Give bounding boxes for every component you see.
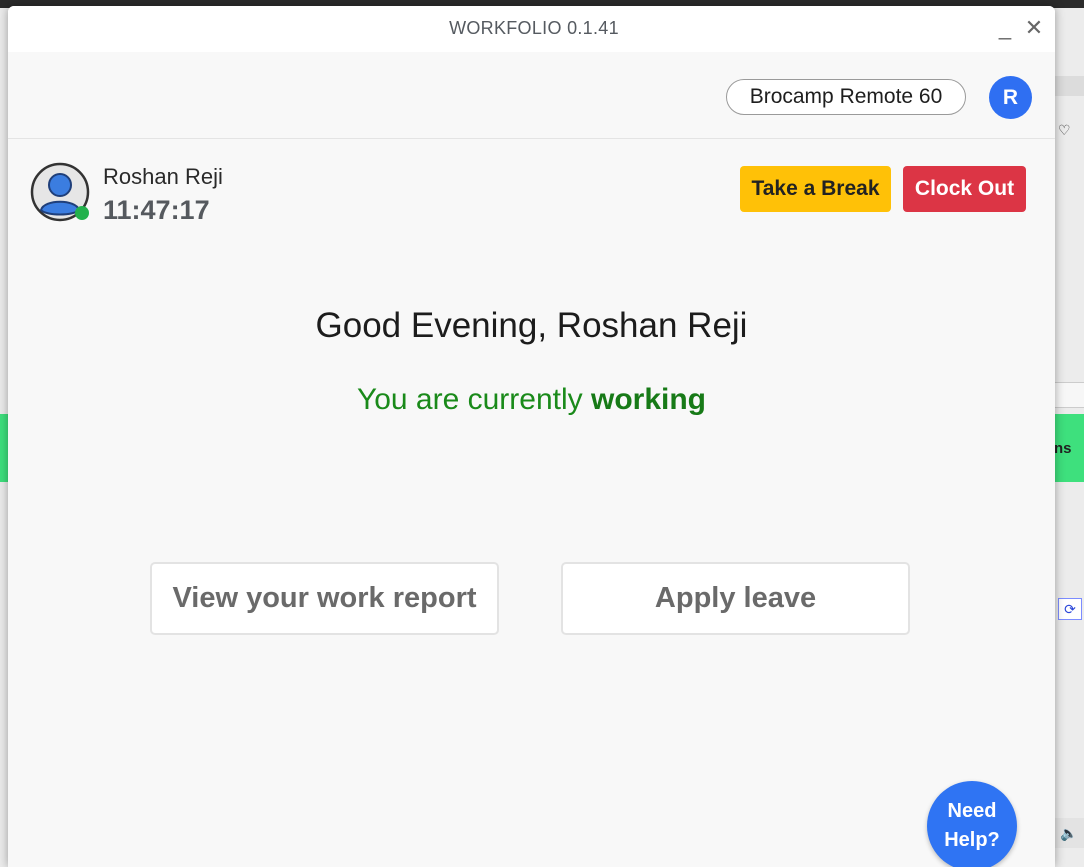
status-value: working <box>591 383 707 416</box>
help-label-line1: Need <box>947 800 997 822</box>
minimize-icon[interactable]: _ <box>993 14 1017 42</box>
workspace-selector[interactable]: Brocamp Remote 60 <box>726 79 966 115</box>
view-work-report-button[interactable]: View your work report <box>150 562 499 635</box>
window-title: WORKFOLIO 0.1.41 <box>449 18 619 38</box>
workfolio-window: WORKFOLIO 0.1.41 _ ✕ Brocamp Remote 60 R… <box>8 6 1055 867</box>
background-heart-icon: ♡ <box>1058 122 1071 138</box>
apply-leave-button[interactable]: Apply leave <box>561 562 910 635</box>
take-break-button[interactable]: Take a Break <box>740 166 891 212</box>
background-right-green-band: ns <box>1054 414 1084 482</box>
title-bar: WORKFOLIO 0.1.41 _ ✕ <box>8 6 1055 52</box>
background-refresh-icon: ⟳ <box>1058 598 1082 620</box>
background-right-input <box>1054 382 1084 408</box>
clock-out-button[interactable]: Clock Out <box>903 166 1026 212</box>
work-timer: 11:47:17 <box>103 195 210 225</box>
user-avatar-icon <box>30 162 90 222</box>
app-header: Brocamp Remote 60 R <box>8 52 1055 139</box>
work-status: You are currently working <box>8 383 1055 417</box>
help-label-line2: Help? <box>944 829 1000 851</box>
need-help-button[interactable]: Need Help? <box>927 781 1017 867</box>
background-right-toolbar <box>1054 76 1084 96</box>
close-icon[interactable]: ✕ <box>1022 14 1046 42</box>
user-name: Roshan Reji <box>103 164 223 189</box>
greeting-heading: Good Evening, Roshan Reji <box>315 306 748 345</box>
status-prefix: You are currently <box>356 383 591 416</box>
background-green-text: ns <box>1054 440 1072 457</box>
background-speaker-icon: 🔈 <box>1054 818 1084 848</box>
profile-avatar[interactable]: R <box>989 76 1032 119</box>
